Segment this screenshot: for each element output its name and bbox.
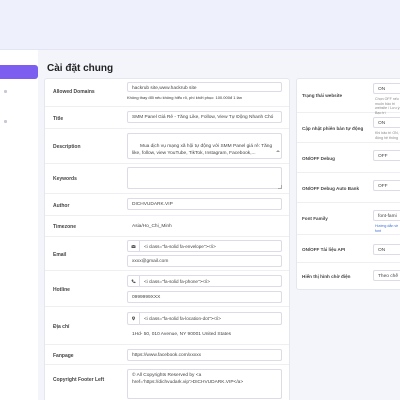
copyright-textarea[interactable]: © All Copyrights Reserved by <a href='ht… <box>127 369 282 399</box>
keywords-textarea[interactable] <box>127 167 282 189</box>
sidebar-item-icon[interactable] <box>4 120 7 123</box>
sidebar-item-icon[interactable] <box>4 90 7 93</box>
copyright-label: Copyright Footer Left <box>53 377 105 383</box>
allowed-domains-row: Allowed Domains hackrub site,www.hackrub… <box>45 79 289 107</box>
loading-label: Hiển thị hình chờ điện <box>302 274 351 279</box>
address-row: Địa chỉ <i class="fa-solid fa-location-d… <box>45 307 289 345</box>
allowed-domains-label: Allowed Domains <box>53 89 95 95</box>
debug-bank-label: ON/OFF Debug Auto Bank <box>302 186 359 191</box>
general-settings-card: Allowed Domains hackrub site,www.hackrub… <box>44 78 290 400</box>
address-input[interactable]: 1Hd- 50, 010 Avenue, NY 90001 United Sta… <box>127 328 282 340</box>
description-textarea[interactable]: Mua dịch vụ mạng xã hội tự động với SMM … <box>127 133 282 159</box>
address-label: Địa chỉ <box>53 324 70 330</box>
allowed-domains-hint: Không thay đổi nếu không hiểu rõ, phí kh… <box>127 95 242 100</box>
font-family-row: Font Family font-fami Hướng dẫn về font <box>297 203 400 235</box>
api-docs-select[interactable]: ON <box>373 244 400 255</box>
fanpage-input[interactable]: https://www.facebook.com/xxxxx <box>127 349 282 361</box>
author-input[interactable]: DICHVUDARK.VIP <box>127 198 282 210</box>
hotline-input[interactable]: 0999999XXX <box>127 291 282 303</box>
author-row: Author DICHVUDARK.VIP <box>45 194 289 216</box>
auto-update-row: Cập nhật phiên bản tự động ON Khi bảo tr… <box>297 113 400 143</box>
font-family-hint-link[interactable]: Hướng dẫn về font <box>375 224 400 233</box>
debug-bank-select[interactable]: OFF <box>373 180 400 191</box>
title-row: Title SMM Panel Giá Rẻ - Tăng Like, Foll… <box>45 107 289 129</box>
fanpage-label: Fanpage <box>53 353 74 359</box>
debug-label: ON/OFF Debug <box>302 156 335 161</box>
font-family-input[interactable]: font-fami <box>373 210 400 221</box>
resize-handle-icon[interactable] <box>278 185 282 189</box>
timezone-input[interactable]: Asia/Ho_Chi_Minh <box>127 220 282 232</box>
timezone-row: Timezone Asia/Ho_Chi_Minh <box>45 216 289 237</box>
fanpage-row: Fanpage https://www.facebook.com/xxxxx <box>45 345 289 365</box>
phone-icon <box>127 275 139 287</box>
font-family-label: Font Family <box>302 216 328 221</box>
debug-bank-row: ON/OFF Debug Auto Bank OFF <box>297 173 400 203</box>
loading-row: Hiển thị hình chờ điện Theo chế <box>297 263 400 289</box>
keywords-label: Keywords <box>53 176 77 182</box>
sidebar-item-active[interactable] <box>0 65 38 79</box>
debug-row: ON/OFF Debug OFF <box>297 143 400 173</box>
website-status-label: Trạng thái website <box>302 93 343 98</box>
author-label: Author <box>53 203 70 209</box>
auto-update-select[interactable]: ON <box>373 117 400 128</box>
debug-select[interactable]: OFF <box>373 150 400 161</box>
keywords-row: Keywords <box>45 164 289 194</box>
address-icon-input[interactable]: <i class="fa-solid fa-location-dot"></i> <box>139 312 282 325</box>
allowed-domains-input[interactable]: hackrub site,www.hackrub site <box>127 82 282 92</box>
website-status-select[interactable]: ON <box>373 83 400 94</box>
api-docs-label: ON/OFF Tài liệu API <box>302 247 346 252</box>
top-header-bar <box>0 0 400 50</box>
hotline-icon-input[interactable]: <i class="fa-solid fa-phone"></i> <box>139 275 282 287</box>
title-input[interactable]: SMM Panel Giá Rẻ - Tăng Like, Follow, Vi… <box>127 111 282 123</box>
auto-update-hint: Khi bảo trì ON, tự động hệ thống <box>375 131 400 140</box>
email-icon-input[interactable]: <i class="fa-solid fa-envelope"></i> <box>139 240 282 252</box>
auto-update-label: Cập nhật phiên bản tự động <box>302 126 364 131</box>
address-icon-group: <i class="fa-solid fa-location-dot"></i> <box>127 312 282 325</box>
textarea-scrollbar[interactable] <box>276 136 280 156</box>
api-docs-row: ON/OFF Tài liệu API ON <box>297 235 400 263</box>
email-row: Email <i class="fa-solid fa-envelope"></… <box>45 237 289 271</box>
email-label: Email <box>53 252 67 258</box>
hotline-icon-group: <i class="fa-solid fa-phone"></i> <box>127 275 282 287</box>
envelope-icon <box>127 240 139 252</box>
copyright-row: Copyright Footer Left © All Copyrights R… <box>45 365 289 400</box>
title-label: Title <box>53 116 64 122</box>
system-settings-card: Trạng thái website ON Chọn OFF nếu muốn … <box>296 78 400 290</box>
loading-select[interactable]: Theo chế <box>373 270 400 281</box>
website-status-row: Trạng thái website ON Chọn OFF nếu muốn … <box>297 79 400 115</box>
description-label: Description <box>53 144 81 150</box>
description-row: Description Mua dịch vụ mạng xã hội tự đ… <box>45 129 289 164</box>
description-text: Mua dịch vụ mạng xã hội tự động với SMM … <box>132 144 274 156</box>
location-pin-icon <box>127 312 139 325</box>
hotline-row: Hotline <i class="fa-solid fa-phone"></i… <box>45 271 289 307</box>
timezone-label: Timezone <box>53 224 76 230</box>
sidebar <box>0 50 38 400</box>
page-title: Cài đặt chung <box>47 63 114 74</box>
hotline-label: Hotline <box>53 287 70 293</box>
email-icon-group: <i class="fa-solid fa-envelope"></i> <box>127 240 282 252</box>
email-input[interactable]: xxxx@gmail.com <box>127 255 282 267</box>
